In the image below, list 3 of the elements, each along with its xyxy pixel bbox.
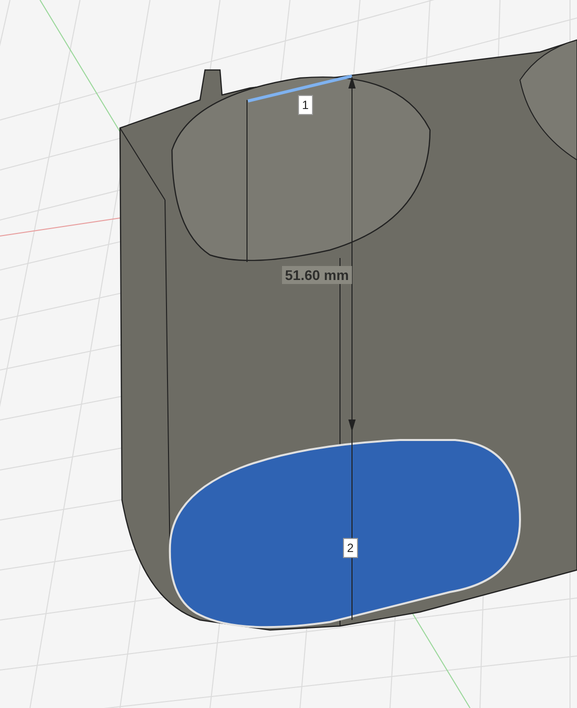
point-marker: 1 (298, 95, 313, 115)
point-marker: 2 (343, 538, 358, 558)
dimension-label: 51.60 mm (282, 266, 352, 284)
